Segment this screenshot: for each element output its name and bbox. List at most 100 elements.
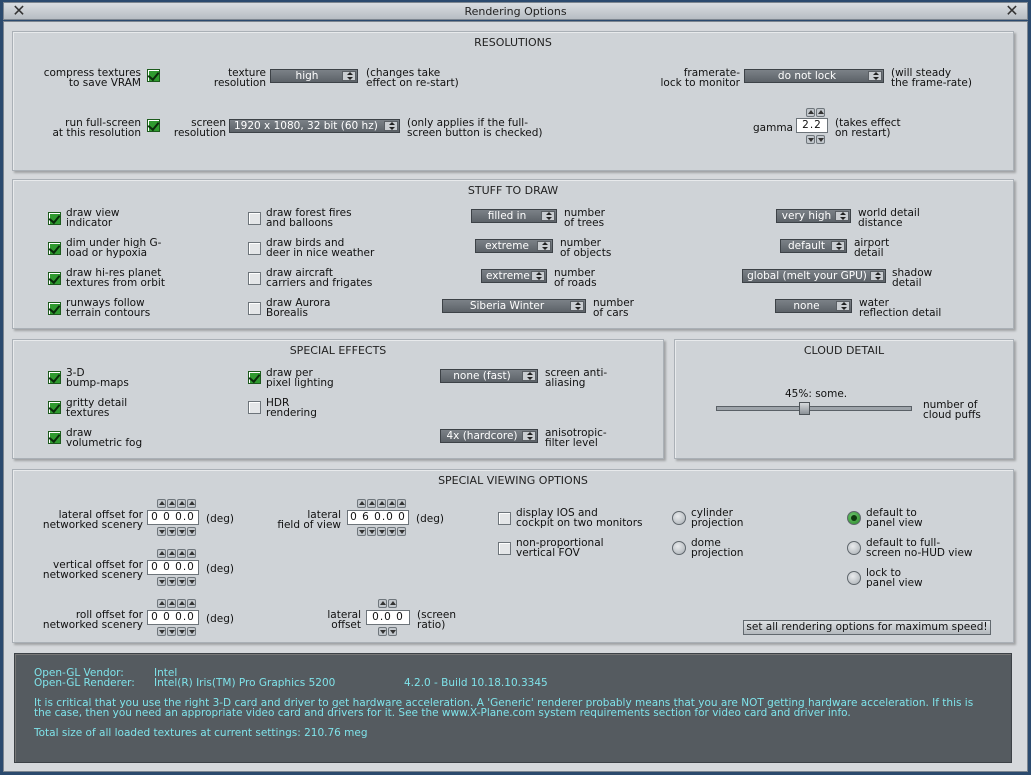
airport-detail-dropdown[interactable]: default [780,239,847,253]
lateral-offset-up-icon[interactable] [167,499,176,508]
carriers-frigates-checkbox[interactable] [248,272,261,285]
texture-resolution-dropdown[interactable]: high [270,69,358,83]
world-detail-dropdown[interactable]: very high [776,209,851,223]
draw-view-indicator-checkbox[interactable] [48,212,61,225]
lateral-screen-down-icon[interactable] [388,627,397,636]
forest-fires-checkbox[interactable] [248,212,261,225]
lateral-fov-unit: (deg) [416,513,444,525]
hires-planet-checkbox[interactable] [48,272,61,285]
lateral-fov-down-icon[interactable] [397,527,406,536]
aurora-checkbox[interactable] [248,302,261,315]
roll-offset-input[interactable]: 0 0 0.0 [147,610,199,625]
default-fullscreen-radio[interactable] [847,541,861,555]
dome-projection-label: dome projection [691,537,744,559]
lateral-fov-up-icon[interactable] [357,499,366,508]
dim-g-load-checkbox[interactable] [48,242,61,255]
vertical-offset-input[interactable]: 0 0 0.0 [147,560,199,575]
per-pixel-lighting-checkbox[interactable] [248,371,261,384]
roads-value: extreme [486,270,530,282]
roll-offset-up-icon[interactable] [187,599,196,608]
roll-offset-down-icon[interactable] [187,627,196,636]
vertical-offset-up-icon[interactable] [157,549,166,558]
birds-deer-checkbox[interactable] [248,242,261,255]
objects-label: number of objects [560,237,612,259]
lateral-offset-down-icon[interactable] [167,527,176,536]
lateral-offset-down-icon[interactable] [187,527,196,536]
trees-dropdown[interactable]: filled in [471,209,557,223]
gamma-input[interactable]: 2.2 [796,118,828,133]
lateral-offset-up-icon[interactable] [187,499,196,508]
anisotropic-dropdown[interactable]: 4x (hardcore) [440,429,538,443]
renderer-key: Open-GL Renderer: [34,677,135,689]
gamma-down-icon[interactable] [806,135,815,144]
volumetric-fog-checkbox[interactable] [48,431,61,444]
texture-resolution-note: (changes take effect on re-start) [366,67,459,89]
lateral-offset-up-icon[interactable] [177,499,186,508]
lateral-screen-up-icon[interactable] [378,599,387,608]
framerate-lock-dropdown[interactable]: do not lock [744,69,884,83]
lateral-fov-down-icon[interactable] [357,527,366,536]
lateral-fov-down-icon[interactable] [377,527,386,536]
cloud-slider-thumb[interactable] [799,402,811,415]
lateral-offset-down-icon[interactable] [157,527,166,536]
anti-aliasing-dropdown[interactable]: none (fast) [440,369,538,383]
vertical-offset-down-icon[interactable] [187,577,196,586]
vertical-offset-up-icon[interactable] [167,549,176,558]
lateral-fov-down-icon[interactable] [367,527,376,536]
lock-panel-view-radio[interactable] [847,571,861,585]
hdr-checkbox[interactable] [248,401,261,414]
vertical-offset-up-icon[interactable] [177,549,186,558]
roll-offset-up-icon[interactable] [177,599,186,608]
vertical-offset-down-icon[interactable] [177,577,186,586]
gamma-down-icon[interactable] [816,135,825,144]
roll-offset-down-icon[interactable] [177,627,186,636]
runways-follow-label: runways follow terrain contours [66,297,151,319]
default-panel-view-radio[interactable] [847,511,861,525]
lateral-offset-input[interactable]: 0 0 0.0 [147,510,199,525]
roads-dropdown[interactable]: extreme [481,269,547,283]
gamma-up-icon[interactable] [816,108,825,117]
roll-offset-down-icon[interactable] [167,627,176,636]
airport-detail-value: default [788,240,825,252]
lateral-offset-down-icon[interactable] [177,527,186,536]
cars-dropdown[interactable]: Siberia Winter [442,299,586,313]
nonprop-fov-checkbox[interactable] [498,542,511,555]
dome-projection-radio[interactable] [672,541,686,555]
vertical-offset-up-icon[interactable] [187,549,196,558]
lateral-fov-up-icon[interactable] [367,499,376,508]
gritty-detail-checkbox[interactable] [48,401,61,414]
cloud-slider-track[interactable] [716,406,912,411]
roll-offset-down-icon[interactable] [157,627,166,636]
max-speed-button[interactable]: set all rendering options for maximum sp… [743,620,991,635]
water-reflection-dropdown[interactable]: none [775,299,852,313]
runways-follow-checkbox[interactable] [48,302,61,315]
lateral-offset-label: lateral offset for networked scenery [42,509,143,531]
screen-resolution-dropdown[interactable]: 1920 x 1080, 32 bit (60 hz) [229,119,400,133]
roll-offset-up-icon[interactable] [157,599,166,608]
lateral-fov-down-icon[interactable] [387,527,396,536]
lateral-fov-up-icon[interactable] [397,499,406,508]
resolutions-title: RESOLUTIONS [474,36,552,49]
vertical-offset-down-icon[interactable] [167,577,176,586]
bump-maps-checkbox[interactable] [48,371,61,384]
lateral-screen-up-icon[interactable] [388,599,397,608]
lateral-offset-up-icon[interactable] [157,499,166,508]
lateral-fov-up-icon[interactable] [377,499,386,508]
objects-dropdown[interactable]: extreme [475,239,553,253]
cylinder-projection-radio[interactable] [672,511,686,525]
dropdown-arrow-icon [342,71,356,81]
close-icon-right[interactable]: ✕ [1003,3,1021,19]
close-icon[interactable]: ✕ [10,3,28,19]
lateral-fov-input[interactable]: 0 6 0.0 0 [347,510,409,525]
roll-offset-up-icon[interactable] [167,599,176,608]
lateral-screen-down-icon[interactable] [378,627,387,636]
driver-version: 4.2.0 - Build 10.18.10.3345 [404,677,548,689]
shadow-detail-dropdown[interactable]: global (melt your GPU) [742,269,886,283]
display-ios-checkbox[interactable] [498,512,511,525]
lateral-screen-offset-input[interactable]: 0.0 0 [366,610,410,625]
vertical-offset-down-icon[interactable] [157,577,166,586]
gamma-up-icon[interactable] [806,108,815,117]
lateral-fov-up-icon[interactable] [387,499,396,508]
run-fullscreen-checkbox[interactable] [147,119,160,132]
compress-textures-checkbox[interactable] [147,69,160,82]
